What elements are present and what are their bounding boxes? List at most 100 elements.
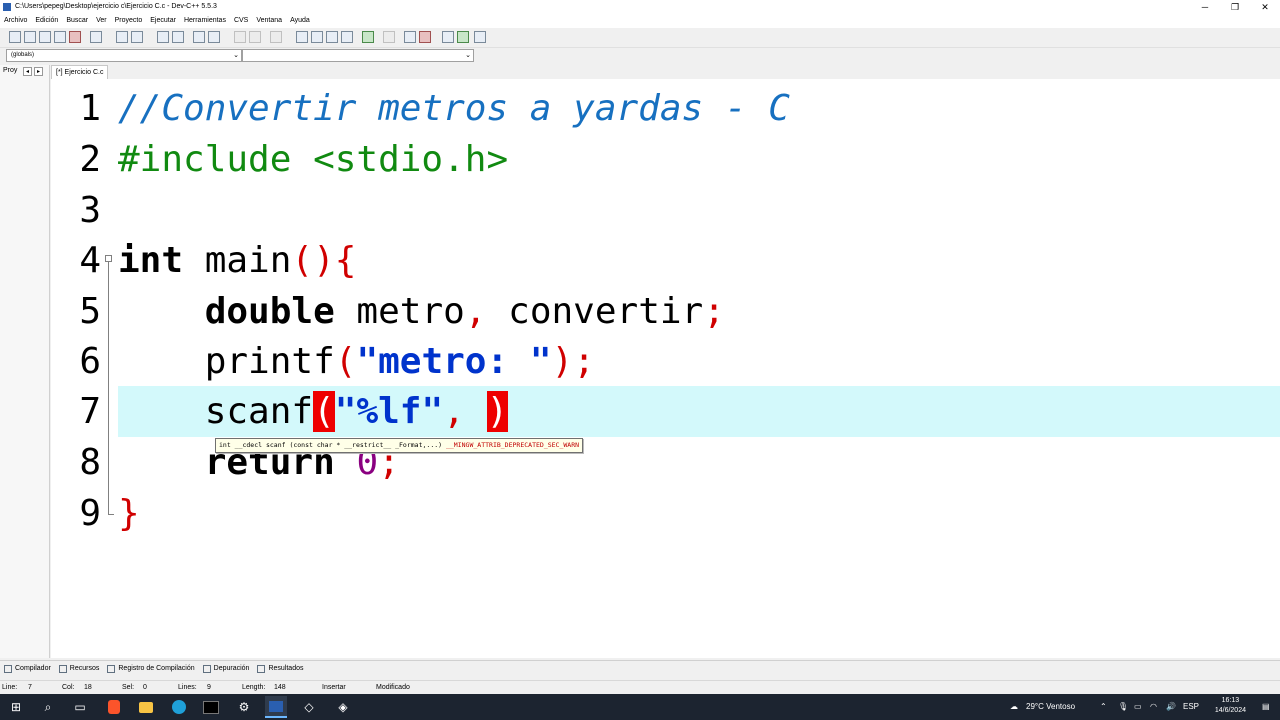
- indent-icon[interactable]: [193, 31, 205, 43]
- search-icon[interactable]: ⌕: [37, 696, 59, 718]
- weather-icon[interactable]: ☁: [1010, 694, 1018, 720]
- layout-icon[interactable]: [326, 31, 338, 43]
- keyword: double: [204, 291, 335, 332]
- minimize-button[interactable]: ─: [1190, 0, 1220, 14]
- fold-end: [108, 514, 114, 515]
- code-line-5: double metro, convertir;: [118, 286, 725, 337]
- windows-start-icon[interactable]: ⊞: [5, 696, 27, 718]
- tab-results[interactable]: Resultados: [253, 661, 307, 677]
- tab-resources[interactable]: Recursos: [55, 661, 104, 677]
- new-file-icon[interactable]: [9, 31, 21, 43]
- bottom-panel-tabs: Compilador Recursos Registro de Compilac…: [0, 660, 1280, 677]
- wifi-icon[interactable]: ◠: [1150, 694, 1157, 720]
- menu-bar: Archivo Edición Buscar Ver Proyecto Ejec…: [0, 14, 1280, 28]
- window-icon[interactable]: [311, 31, 323, 43]
- unindent-icon[interactable]: [208, 31, 220, 43]
- menu-ventana[interactable]: Ventana: [252, 14, 286, 28]
- comment: //Convertir metros a yardas - C: [118, 88, 790, 129]
- line-number: 1: [79, 88, 101, 129]
- replace-icon[interactable]: [172, 31, 184, 43]
- title-bar: C:\Users\pepeg\Desktop\ejercicio c\Ejerc…: [0, 0, 1280, 14]
- app-icon[interactable]: ◈: [332, 696, 354, 718]
- undo-icon[interactable]: [116, 31, 128, 43]
- redo-icon[interactable]: [131, 31, 143, 43]
- task-view-icon[interactable]: ▭: [69, 696, 91, 718]
- devcpp-taskbar-icon[interactable]: [265, 696, 287, 718]
- network-icon[interactable]: ▭: [1134, 694, 1142, 720]
- editor-tab[interactable]: [*] Ejercicio C.c: [51, 65, 109, 80]
- fold-toggle-icon[interactable]: [105, 255, 112, 262]
- goto-icon[interactable]: [270, 31, 282, 43]
- notifications-icon[interactable]: ▤: [1262, 694, 1270, 720]
- insert-icon[interactable]: [442, 31, 454, 43]
- maximize-button[interactable]: ❐: [1220, 0, 1250, 14]
- status-sel-value: 0: [143, 684, 147, 691]
- open-file-icon[interactable]: [24, 31, 36, 43]
- close-file-icon[interactable]: [69, 31, 81, 43]
- terminal-icon[interactable]: [200, 696, 222, 718]
- edge-browser-icon[interactable]: [168, 696, 190, 718]
- tab-compile-log[interactable]: Registro de Compilación: [103, 661, 198, 677]
- clock[interactable]: 16:13 14/6/2024: [1215, 696, 1246, 716]
- log-icon: [107, 665, 116, 673]
- line-number: 7: [79, 391, 101, 432]
- save-icon[interactable]: [39, 31, 51, 43]
- symbol: }: [118, 493, 140, 534]
- menu-cvs[interactable]: CVS: [230, 14, 252, 28]
- new-project-icon[interactable]: [296, 31, 308, 43]
- identifier: convertir: [486, 291, 704, 332]
- print-icon[interactable]: [90, 31, 102, 43]
- keyword: int: [118, 240, 184, 281]
- menu-ver[interactable]: Ver: [92, 14, 111, 28]
- symbol-combo[interactable]: ⌄: [242, 49, 474, 62]
- stop-icon[interactable]: [383, 31, 395, 43]
- menu-ayuda[interactable]: Ayuda: [286, 14, 314, 28]
- forward-icon[interactable]: [249, 31, 261, 43]
- tab-next-button[interactable]: ▸: [34, 67, 43, 76]
- tab-project[interactable]: Proy: [3, 67, 17, 74]
- code-editor[interactable]: 1 2 3 4 5 6 7 8 9 //Convertir metros a y…: [51, 79, 1280, 658]
- microphone-icon[interactable]: 🎙: [1118, 694, 1128, 720]
- tab-compiler[interactable]: Compilador: [0, 661, 55, 677]
- find-icon[interactable]: [157, 31, 169, 43]
- status-insert-mode: Insertar: [322, 684, 346, 691]
- grid-icon[interactable]: [341, 31, 353, 43]
- weather-text[interactable]: 29°C Ventoso: [1026, 694, 1075, 720]
- menu-proyecto[interactable]: Proyecto: [111, 14, 147, 28]
- menu-edicion[interactable]: Edición: [31, 14, 62, 28]
- preprocessor-directive: #include <stdio.h>: [118, 139, 509, 180]
- settings-gear-icon[interactable]: ⚙: [233, 696, 255, 718]
- bracket-match-open: (: [313, 391, 335, 432]
- close-button[interactable]: ✕: [1250, 0, 1280, 14]
- menu-archivo[interactable]: Archivo: [0, 14, 31, 28]
- app-icon[interactable]: ◇: [298, 696, 320, 718]
- brave-browser-icon[interactable]: [103, 696, 125, 718]
- tab-label: Recursos: [69, 665, 100, 672]
- file-explorer-icon[interactable]: [135, 696, 157, 718]
- menu-buscar[interactable]: Buscar: [62, 14, 92, 28]
- code-line-9: }: [118, 488, 140, 539]
- identifier: metro: [334, 291, 465, 332]
- language-indicator[interactable]: ESP: [1183, 694, 1199, 720]
- menu-ejecutar[interactable]: Ejecutar: [146, 14, 180, 28]
- symbol: );: [551, 341, 595, 382]
- save-all-icon[interactable]: [54, 31, 66, 43]
- tab-label: Resultados: [268, 665, 304, 672]
- bookmark-icon[interactable]: [474, 31, 486, 43]
- volume-icon[interactable]: 🔊: [1166, 694, 1176, 720]
- toggle-bookmark-icon[interactable]: [457, 31, 469, 43]
- compile-icon[interactable]: [404, 31, 416, 43]
- symbol: ,: [464, 291, 487, 332]
- debug-icon[interactable]: [419, 31, 431, 43]
- function-signature-tooltip: int __cdecl scanf (const char * __restri…: [215, 438, 584, 453]
- check-syntax-icon[interactable]: [362, 31, 374, 43]
- tab-debug[interactable]: Depuración: [199, 661, 254, 677]
- back-icon[interactable]: [234, 31, 246, 43]
- tab-label: Depuración: [213, 665, 250, 672]
- tab-prev-button[interactable]: ◂: [23, 67, 32, 76]
- scope-combo[interactable]: (globals) ⌄: [6, 49, 242, 62]
- chevron-up-icon[interactable]: ⌃: [1100, 694, 1107, 720]
- line-number: 8: [79, 442, 101, 483]
- menu-herramientas[interactable]: Herramientas: [180, 14, 230, 28]
